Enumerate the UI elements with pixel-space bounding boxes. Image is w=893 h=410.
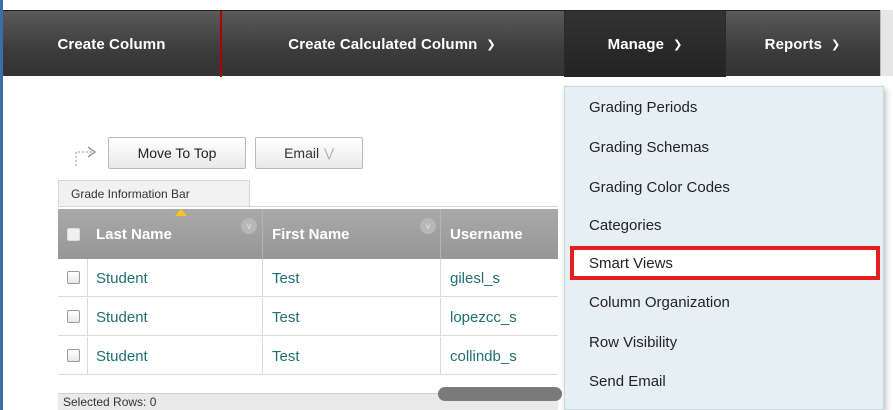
cell-divider [440, 259, 441, 297]
username-cell[interactable]: collindb_s [450, 337, 517, 375]
column-menu-chevron-icon[interactable]: ∨ [420, 218, 436, 234]
manage-label: Manage [607, 35, 665, 53]
first-name-cell[interactable]: Test [272, 337, 300, 375]
menu-item-label: Row Visibility [589, 333, 678, 351]
double-chevron-down-icon: ⋁ [324, 146, 334, 160]
manage-button[interactable]: Manage ❯ [565, 11, 725, 77]
cell-divider [262, 337, 263, 375]
menu-item-label: Grading Periods [589, 98, 698, 116]
row-checkbox[interactable] [67, 310, 80, 323]
column-header-first-name[interactable]: First Name [272, 209, 350, 259]
menu-item-row-visibility[interactable]: Row Visibility [589, 330, 677, 354]
column-divider [440, 209, 441, 259]
email-button[interactable]: Email ⋁ [255, 137, 363, 169]
scroll-edge [880, 10, 893, 76]
cell-divider [440, 337, 441, 375]
row-checkbox[interactable] [67, 271, 80, 284]
grid-header: Last Name ∨ First Name ∨ Username [58, 209, 558, 259]
menu-item-grading-schemas[interactable]: Grading Schemas [589, 135, 709, 159]
menu-item-label: Column Organization [589, 293, 730, 311]
username-cell[interactable]: lopezcc_s [450, 298, 517, 336]
chevron-down-icon: ❯ [486, 38, 496, 51]
horizontal-scrollbar-thumb[interactable] [438, 387, 562, 401]
column-header-label: Username [450, 225, 523, 243]
menu-item-label: Send Email [589, 372, 666, 390]
manage-dropdown-menu: Grading Periods Grading Schemas Grading … [564, 86, 884, 410]
cell-divider [262, 298, 263, 336]
first-name-cell[interactable]: Test [272, 298, 300, 336]
last-name-cell[interactable]: Student [96, 259, 148, 297]
column-header-label: First Name [272, 225, 350, 243]
username-cell[interactable]: gilesl_s [450, 259, 500, 297]
menu-item-send-email[interactable]: Send Email [589, 369, 666, 393]
row-checkbox[interactable] [67, 349, 80, 362]
menu-item-label: Grading Color Codes [589, 178, 730, 196]
table-row: Student Test lopezcc_s [58, 298, 558, 336]
cell-divider [87, 259, 88, 297]
cell-divider [87, 337, 88, 375]
column-header-username[interactable]: Username [450, 209, 523, 259]
first-name-cell[interactable]: Test [272, 259, 300, 297]
cell-divider [87, 298, 88, 336]
column-divider [262, 209, 263, 259]
create-calculated-column-button[interactable]: Create Calculated Column ❯ [222, 11, 562, 77]
menu-item-grading-periods[interactable]: Grading Periods [589, 95, 697, 119]
reports-button[interactable]: Reports ❯ [725, 11, 880, 77]
menu-item-label: Smart Views [589, 254, 673, 272]
menu-item-grading-color-codes[interactable]: Grading Color Codes [589, 175, 730, 199]
cell-divider [440, 298, 441, 336]
column-menu-chevron-icon[interactable]: ∨ [241, 218, 257, 234]
table-row: Student Test collindb_s [58, 337, 558, 375]
bulk-action-arrow-icon [75, 146, 97, 166]
move-to-top-button[interactable]: Move To Top [108, 137, 246, 169]
email-label: Email [284, 145, 320, 161]
reports-label: Reports [764, 35, 823, 53]
create-column-label: Create Column [57, 35, 166, 53]
grade-information-bar[interactable]: Grade Information Bar [58, 180, 250, 207]
selected-rows-count: Selected Rows: 0 [63, 395, 157, 409]
table-row: Student Test gilesl_s [58, 259, 558, 297]
create-calculated-column-label: Create Calculated Column [288, 35, 478, 53]
cell-divider [262, 259, 263, 297]
menu-item-smart-views[interactable]: Smart Views [570, 246, 880, 280]
divider [58, 206, 558, 207]
action-bar: Create Column Create Calculated Column ❯… [3, 10, 880, 77]
menu-item-column-organization[interactable]: Column Organization [589, 290, 730, 314]
menu-item-label: Categories [589, 216, 662, 234]
grade-information-bar-label: Grade Information Bar [71, 187, 190, 201]
menu-item-label: Grading Schemas [589, 138, 710, 156]
last-name-cell[interactable]: Student [96, 337, 148, 375]
move-to-top-label: Move To Top [137, 145, 217, 161]
last-name-cell[interactable]: Student [96, 298, 148, 336]
column-header-last-name[interactable]: Last Name [96, 209, 172, 259]
chevron-down-icon: ❯ [831, 38, 841, 51]
column-header-label: Last Name [96, 225, 172, 243]
chevron-down-icon: ❯ [673, 38, 683, 51]
sort-ascending-icon [175, 209, 187, 216]
select-all-checkbox[interactable] [67, 228, 80, 241]
create-column-button[interactable]: Create Column [3, 11, 220, 77]
menu-item-categories[interactable]: Categories [589, 213, 662, 237]
